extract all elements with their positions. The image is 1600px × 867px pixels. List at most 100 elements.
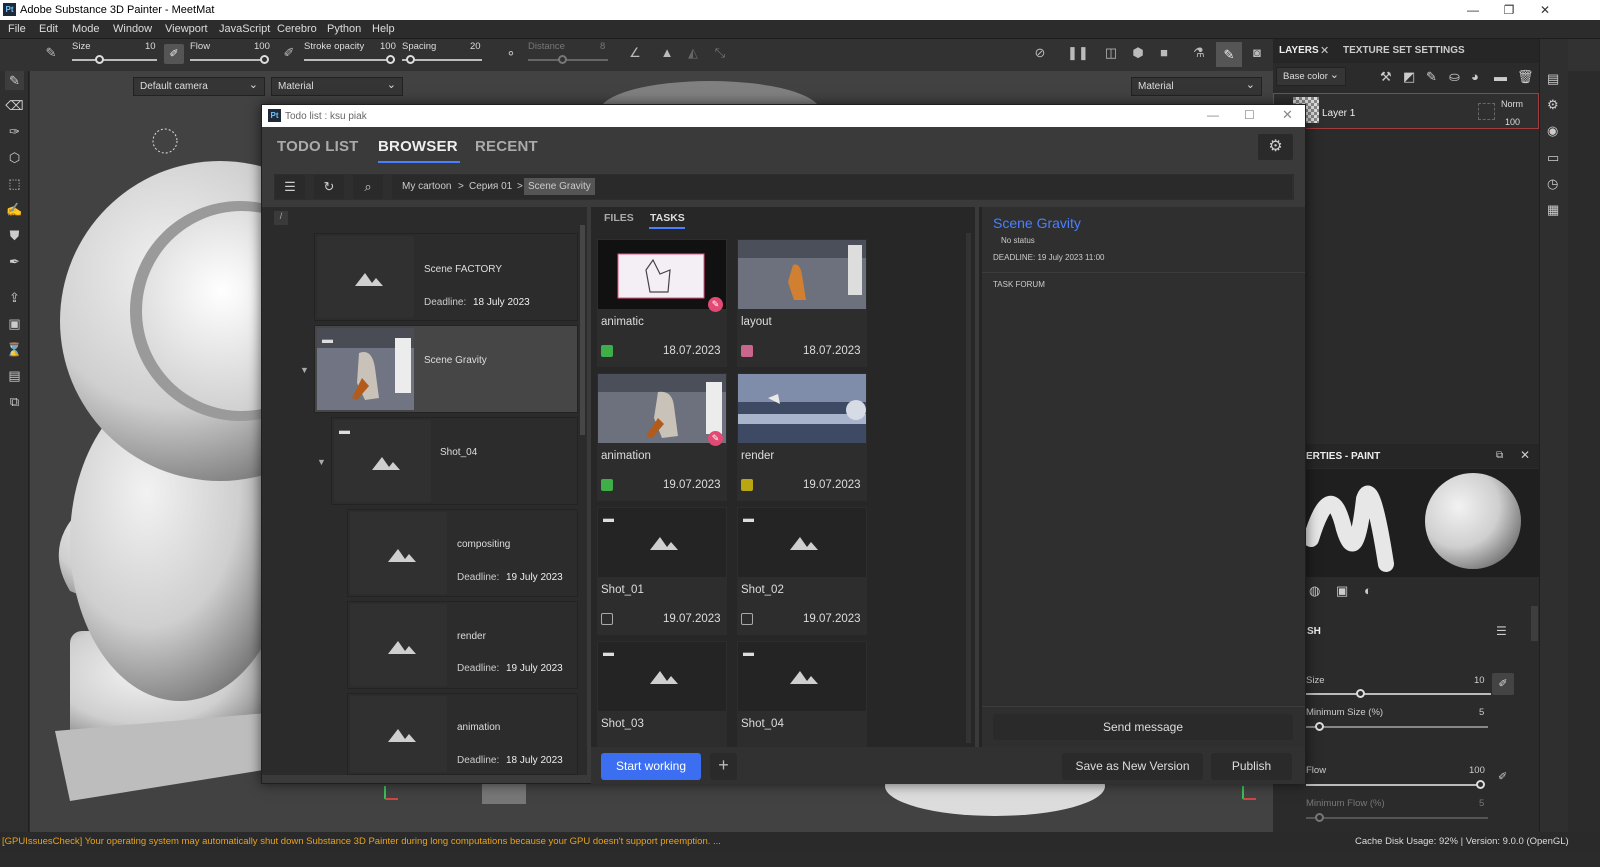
stroke-opacity-value[interactable]: 100: [380, 41, 396, 52]
prop-size-value[interactable]: 10: [1474, 675, 1485, 686]
paint-brush-icon[interactable]: ✎: [5, 71, 24, 90]
angle-icon[interactable]: ∠: [626, 45, 644, 61]
section-menu-icon[interactable]: ☰: [1496, 624, 1507, 638]
prop-pressure-icon[interactable]: ✐: [1492, 673, 1514, 695]
camera-dropdown[interactable]: Default camera: [133, 77, 265, 96]
history-dock-icon[interactable]: ◷: [1547, 176, 1558, 192]
stroke-opacity-slider[interactable]: [304, 59, 395, 61]
tab-layers[interactable]: LAYERS: [1279, 45, 1319, 56]
search-icon[interactable]: ⌕: [353, 175, 383, 199]
menu-cerebro[interactable]: Cerebro: [277, 23, 317, 35]
pen-pressure-icon[interactable]: ✐: [164, 44, 184, 64]
close-button[interactable]: ✕: [1530, 1, 1560, 19]
add-effect-icon[interactable]: ⚒: [1380, 69, 1392, 85]
tab-todo-list[interactable]: TODO LIST: [277, 138, 359, 155]
select-checkbox[interactable]: [601, 613, 613, 625]
subtab-tasks[interactable]: TASKS: [650, 212, 685, 224]
projection-icon[interactable]: ✑: [5, 122, 24, 141]
close-properties-icon[interactable]: ✕: [1520, 448, 1530, 462]
menu-mode[interactable]: Mode: [72, 23, 100, 35]
channel-dropdown[interactable]: Base color: [1276, 67, 1346, 86]
lazy-mouse-icon[interactable]: ⚬: [502, 46, 520, 62]
add-fill-layer-icon[interactable]: ⛀: [1449, 69, 1460, 85]
symmetry-icon[interactable]: ▲: [658, 45, 676, 60]
camera-icon[interactable]: ■: [1155, 45, 1173, 60]
shelf-dock-icon[interactable]: ▭: [1547, 150, 1559, 166]
expand-arrow-icon[interactable]: ▼: [300, 365, 309, 375]
subtab-files[interactable]: FILES: [604, 212, 634, 224]
breadcrumb-item-3[interactable]: Scene Gravity: [524, 178, 595, 195]
tree-root-path[interactable]: /: [274, 211, 288, 225]
viewport-mode-dropdown-right[interactable]: Material: [1131, 77, 1262, 96]
hide-icon[interactable]: ⊘: [1031, 45, 1049, 61]
blend-mode-dropdown[interactable]: Norm: [1501, 99, 1523, 109]
prop-flow-value[interactable]: 100: [1469, 765, 1485, 776]
brush-tab-icon[interactable]: ◍: [1309, 583, 1320, 599]
add-folder-icon[interactable]: ▬: [1494, 69, 1507, 84]
settings-gear-icon[interactable]: ⚙: [1258, 134, 1293, 160]
symmetry-axis-icon[interactable]: ◭: [684, 45, 702, 61]
cube-icon[interactable]: ⬢: [1129, 45, 1147, 61]
send-message-button[interactable]: Send message: [993, 714, 1293, 740]
size-slider-handle[interactable]: [95, 55, 104, 64]
pause-icon[interactable]: ❚❚: [1067, 45, 1089, 61]
layers-dock-icon[interactable]: ▤: [1547, 71, 1559, 87]
screenshot-icon[interactable]: ◙: [1248, 45, 1266, 60]
layer-opacity-value[interactable]: 100: [1505, 117, 1520, 127]
polygon-fill-icon[interactable]: ⬚: [5, 174, 24, 193]
menu-viewport[interactable]: Viewport: [165, 23, 208, 35]
clone-stamp-icon[interactable]: ⛊: [5, 226, 24, 245]
library-icon[interactable]: ⧉: [5, 392, 24, 411]
dialog-minimize-button[interactable]: —: [1207, 108, 1219, 122]
breadcrumb-item-1[interactable]: My cartoon: [402, 181, 451, 192]
tab-recent[interactable]: RECENT: [475, 138, 538, 155]
brush-shape-icon[interactable]: ✎: [42, 45, 60, 61]
prop-min-size-slider[interactable]: [1306, 726, 1488, 728]
stroke-opacity-handle[interactable]: [386, 55, 395, 64]
close-layers-icon[interactable]: ✕: [1320, 44, 1329, 57]
pen-pressure-icon-2[interactable]: ✐: [280, 45, 298, 61]
smudge-icon[interactable]: ✍: [5, 200, 24, 219]
tasks-scrollbar[interactable]: [966, 233, 971, 743]
menu-javascript[interactable]: JavaScript: [219, 23, 270, 35]
panel-splitter[interactable]: [979, 207, 982, 747]
prop-size-slider[interactable]: [1306, 693, 1491, 695]
menu-help[interactable]: Help: [372, 23, 395, 35]
flow-slider[interactable]: [190, 59, 268, 61]
start-working-button[interactable]: Start working: [601, 753, 701, 780]
menu-python[interactable]: Python: [327, 23, 361, 35]
menu-edit[interactable]: Edit: [39, 23, 58, 35]
layer-mask-slot[interactable]: [1478, 103, 1495, 120]
filter-icon[interactable]: ☰: [275, 175, 305, 199]
transform-icon[interactable]: ⤡: [711, 45, 729, 61]
save-new-version-button[interactable]: Save as New Version: [1062, 753, 1203, 780]
bake-icon[interactable]: ⚗: [1190, 45, 1208, 61]
publish-button[interactable]: Publish: [1211, 753, 1292, 780]
flow-slider-handle[interactable]: [260, 55, 269, 64]
refresh-icon[interactable]: ↻: [314, 175, 344, 199]
menu-window[interactable]: Window: [113, 23, 152, 35]
add-button[interactable]: +: [710, 753, 737, 780]
expand-arrow-icon[interactable]: ▼: [317, 457, 326, 467]
document-icon[interactable]: ▤: [5, 366, 24, 385]
assets-icon[interactable]: ▣: [5, 314, 24, 333]
export-icon[interactable]: ⇪: [5, 288, 24, 307]
alpha-tab-icon[interactable]: ▣: [1336, 583, 1348, 599]
eraser-icon[interactable]: ⌫: [5, 96, 24, 115]
spacing-handle[interactable]: [406, 55, 415, 64]
display-dock-icon[interactable]: ◉: [1547, 123, 1558, 139]
prop-flow-pen-icon[interactable]: ✐: [1498, 770, 1507, 783]
menu-file[interactable]: File: [8, 23, 26, 35]
breadcrumb-item-2[interactable]: Серия 01: [469, 181, 512, 192]
prop-flow-handle[interactable]: [1476, 780, 1485, 789]
add-paint-layer-icon[interactable]: ✎: [1426, 69, 1437, 85]
prop-min-size-value[interactable]: 5: [1479, 707, 1484, 718]
spacing-value[interactable]: 20: [470, 41, 481, 52]
geometry-fill-icon[interactable]: ⬡: [5, 148, 24, 167]
layer-name[interactable]: Layer 1: [1322, 108, 1355, 119]
split-view-icon[interactable]: ◫: [1102, 45, 1120, 61]
minimize-button[interactable]: —: [1458, 1, 1488, 19]
viewport-mode-dropdown-left[interactable]: Material: [271, 77, 403, 96]
size-slider[interactable]: [72, 59, 157, 61]
paint-mode-icon[interactable]: ✎: [1216, 42, 1242, 67]
